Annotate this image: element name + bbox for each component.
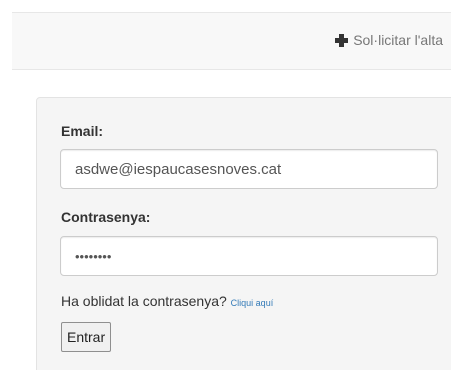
email-label: Email: (61, 123, 104, 139)
password-label: Contrasenya: (61, 209, 151, 225)
forgot-password-link[interactable]: Cliqui aquí (231, 298, 274, 308)
forgot-password-row: Ha oblidat la contrasenya? Cliqui aquí (61, 293, 273, 309)
email-value: asdwe@iespaucasesnoves.cat (75, 160, 282, 178)
email-field[interactable]: asdwe@iespaucasesnoves.cat (60, 149, 438, 189)
forgot-password-text: Ha oblidat la contrasenya? (61, 293, 227, 309)
login-button[interactable]: Entrar (61, 322, 112, 352)
request-signup-label: Sol·licitar l'alta (353, 32, 443, 48)
plus-icon (335, 33, 349, 47)
request-signup-link[interactable]: Sol·licitar l'alta (335, 32, 443, 48)
password-value: •••••••• (75, 248, 112, 264)
page: Sol·licitar l'alta Email: asdwe@iespauca… (0, 0, 451, 370)
top-navbar: Sol·licitar l'alta (12, 12, 451, 70)
login-panel: Email: asdwe@iespaucasesnoves.cat Contra… (36, 97, 451, 370)
password-field[interactable]: •••••••• (60, 236, 438, 276)
